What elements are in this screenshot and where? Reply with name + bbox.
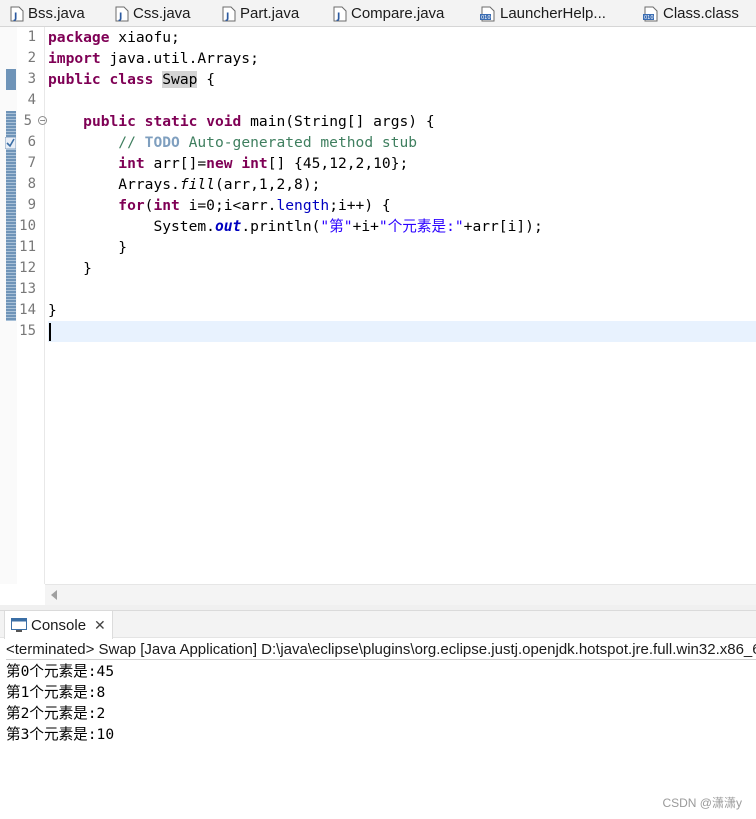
line-number-gutter: 1 2 3 4 5 6 7 8 9 10 11 12 13 14 15: [17, 27, 45, 584]
java-file-icon: J: [333, 6, 347, 22]
task-marker-icon[interactable]: [5, 137, 16, 149]
tab-bss-java[interactable]: J Bss.java: [10, 0, 85, 27]
code-line-3: public class Swap {: [48, 71, 215, 88]
tab-label: Part.java: [240, 5, 300, 22]
console-view: Console ✕ <terminated> Swap [Java Applic…: [0, 611, 756, 819]
code-editor[interactable]: 1 2 3 4 5 6 7 8 9 10 11 12 13 14 15 − pa…: [0, 27, 756, 605]
svg-text:J: J: [13, 12, 17, 22]
class-file-icon: 010: [480, 6, 495, 21]
code-line-9: for(int i=0;i<arr.length;i++) {: [118, 197, 391, 214]
tab-console[interactable]: Console ✕: [4, 611, 113, 639]
class-file-icon: 010: [643, 6, 658, 21]
code-line-12: }: [83, 260, 92, 277]
console-icon: [11, 618, 27, 632]
watermark: CSDN @潇潇y: [662, 796, 742, 810]
tab-part-java[interactable]: J Part.java: [222, 0, 299, 27]
java-file-icon: J: [115, 6, 129, 22]
console-output-line: 第2个元素是:2: [6, 705, 106, 722]
java-file-icon: J: [222, 6, 236, 22]
code-line-7: int arr[]=new int[] {45,12,2,10};: [118, 155, 409, 172]
tab-launcherhelper-class[interactable]: 010 LauncherHelp...: [480, 0, 606, 27]
line-number: 9: [27, 197, 36, 213]
line-number: 2: [27, 50, 36, 66]
horizontal-scrollbar[interactable]: [45, 584, 756, 605]
console-tab-bar: Console ✕: [0, 611, 756, 639]
code-line-14: }: [48, 302, 57, 319]
tab-label: LauncherHelp...: [500, 5, 606, 22]
code-area[interactable]: package xiaofu; import java.util.Arrays;…: [48, 27, 756, 584]
code-line-5: public static void main(String[] args) {: [83, 113, 435, 130]
line-number: 6: [27, 134, 36, 150]
svg-text:J: J: [118, 12, 122, 22]
line-number: 13: [19, 281, 36, 297]
line-number: 15: [19, 323, 36, 339]
code-line-6: // TODO Auto-generated method stub: [118, 134, 418, 151]
svg-text:J: J: [336, 12, 340, 22]
svg-text:010: 010: [481, 15, 491, 21]
console-process-info: <terminated> Swap [Java Application] D:\…: [6, 641, 756, 660]
scroll-left-icon[interactable]: [51, 590, 57, 600]
line-number: 5: [23, 113, 32, 129]
java-file-icon: J: [10, 6, 24, 22]
line-number: 12: [19, 260, 36, 276]
console-output-line: 第0个元素是:45: [6, 663, 115, 680]
tab-class-class[interactable]: 010 Class.class: [643, 0, 739, 27]
change-marker: [6, 69, 16, 90]
tab-css-java[interactable]: J Css.java: [115, 0, 191, 27]
line-number: 1: [27, 29, 36, 45]
code-line-1: package xiaofu;: [48, 29, 180, 46]
close-icon[interactable]: ✕: [94, 617, 106, 634]
code-line-10: System.out.println("第"+i+"个元素是:"+arr[i])…: [153, 218, 543, 235]
tab-label: Class.class: [663, 5, 739, 22]
text-caret: [49, 323, 51, 341]
editor-tab-bar: J Bss.java J Css.java J Part.java J Comp…: [0, 0, 756, 27]
fold-collapse-icon[interactable]: −: [38, 116, 47, 125]
class-name-occurrence: Swap: [162, 71, 198, 88]
tab-label: Bss.java: [28, 5, 85, 22]
tab-compare-java[interactable]: J Compare.java: [333, 0, 444, 27]
line-number: 11: [19, 239, 36, 255]
line-number: 3: [27, 71, 36, 87]
console-tab-label: Console: [31, 616, 87, 634]
line-number: 14: [19, 302, 36, 318]
code-line-8: Arrays.fill(arr,1,2,8);: [118, 176, 321, 193]
code-line-2: import java.util.Arrays;: [48, 50, 259, 67]
console-output-line: 第3个元素是:10: [6, 726, 115, 743]
svg-text:J: J: [225, 12, 229, 22]
line-number: 4: [27, 92, 36, 108]
line-number: 7: [27, 155, 36, 171]
overview-ruler: [0, 27, 17, 584]
tab-label: Compare.java: [351, 5, 445, 22]
line-number: 10: [19, 218, 36, 234]
tab-label: Css.java: [133, 5, 191, 22]
console-output-line: 第1个元素是:8: [6, 684, 106, 701]
line-number: 8: [27, 176, 36, 192]
svg-text:010: 010: [644, 15, 654, 21]
code-line-11: }: [118, 239, 128, 256]
